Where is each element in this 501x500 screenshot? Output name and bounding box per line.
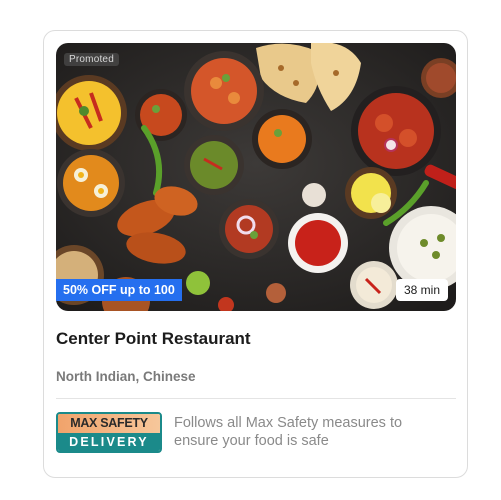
badge-bottom-text: DELIVERY [58, 433, 160, 451]
restaurant-image[interactable]: Promoted 50% OFF up to 100 38 min [56, 43, 456, 311]
promoted-label: Promoted [64, 53, 119, 66]
safety-description: Follows all Max Safety measures to ensur… [174, 415, 403, 449]
restaurant-card[interactable]: Promoted 50% OFF up to 100 38 min Center… [43, 30, 468, 478]
max-safety-logo: MAX SAFETY DELIVERY [56, 412, 162, 453]
food-spread-image [56, 43, 456, 311]
discount-badge: 50% OFF up to 100 [56, 279, 182, 301]
divider [56, 398, 456, 399]
delivery-time-badge: 38 min [395, 279, 448, 301]
cuisine-list: North Indian, Chinese [56, 369, 196, 384]
badge-top-text: MAX SAFETY [58, 414, 160, 433]
restaurant-name[interactable]: Center Point Restaurant [56, 329, 251, 349]
